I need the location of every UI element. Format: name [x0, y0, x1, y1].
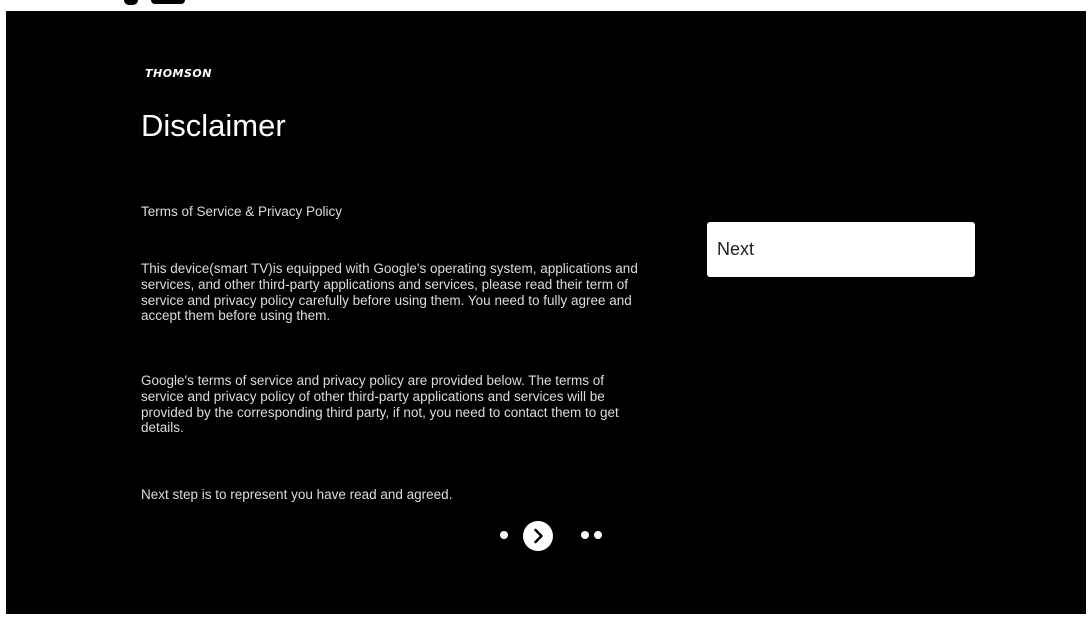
disclaimer-paragraph: Google's terms of service and privacy po… — [141, 373, 619, 436]
next-button[interactable]: Next — [707, 222, 975, 277]
page-dot — [581, 531, 589, 539]
disclaimer-paragraph: This device(smart TV)is equipped with Go… — [141, 261, 638, 324]
page-dot — [500, 531, 508, 539]
section-heading: Terms of Service & Privacy Policy — [141, 204, 343, 219]
pager-next-button[interactable] — [523, 521, 553, 551]
page-title: Disclaimer — [141, 108, 286, 143]
agreement-note: Next step is to represent you have read … — [141, 487, 453, 502]
cropped-fragment-mark — [151, 0, 185, 4]
page-dot — [594, 531, 602, 539]
brand-logo: THOMSON — [145, 67, 212, 80]
chevron-right-icon — [534, 528, 543, 544]
next-button-label: Next — [717, 239, 755, 259]
cropped-fragment-mark — [124, 0, 138, 5]
page-indicator — [500, 518, 610, 552]
cropped-top-fragment — [0, 0, 1092, 11]
tv-screen: THOMSON Disclaimer Terms of Service & Pr… — [6, 11, 1086, 614]
